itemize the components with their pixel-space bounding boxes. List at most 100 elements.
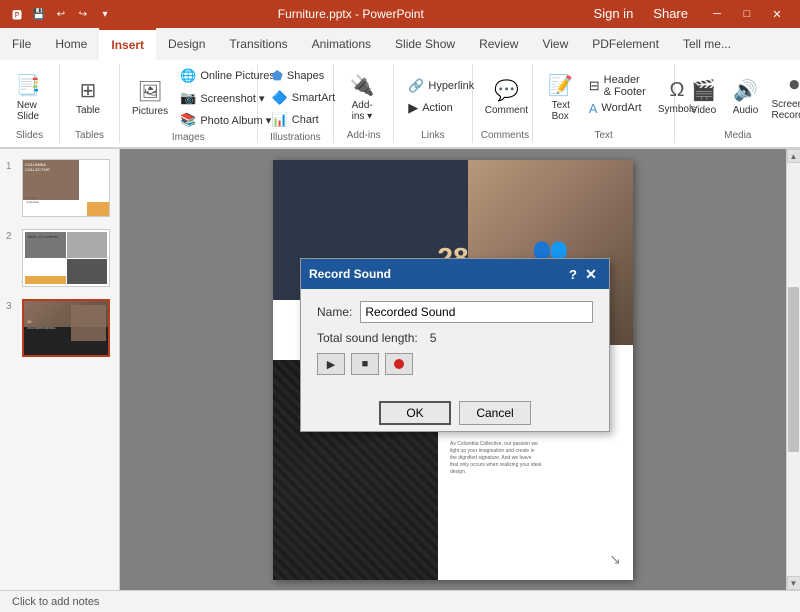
wordart-label: WordArt — [601, 102, 641, 114]
scroll-thumb[interactable] — [788, 287, 799, 452]
tab-transitions[interactable]: Transitions — [217, 28, 299, 60]
scroll-track[interactable] — [787, 163, 800, 576]
hyperlink-button[interactable]: 🔗 Hyperlink — [402, 76, 480, 96]
addins-label: Add-ins ▾ — [352, 100, 373, 122]
tab-pdfelement[interactable]: PDFelement — [580, 28, 671, 60]
slides-items: 📑 NewSlide — [8, 66, 48, 128]
audio-icon: 🔊 — [733, 78, 758, 103]
textbox-button[interactable]: 📝 TextBox — [541, 68, 581, 126]
wordart-button[interactable]: A WordArt — [583, 98, 652, 118]
scroll-down-button[interactable]: ▼ — [787, 576, 800, 590]
undo-icon[interactable]: ↩ — [52, 5, 70, 23]
ribbon-group-images: 🖼 Pictures 🌐 Online Pictures 📷 Screensho… — [120, 64, 258, 143]
sign-in-button[interactable]: Sign in — [588, 4, 640, 24]
illustrations-group-label: Illustrations — [266, 130, 326, 143]
table-label: Table — [76, 105, 100, 116]
screenshot-label: Screenshot ▾ — [200, 92, 264, 105]
cancel-button[interactable]: Cancel — [459, 401, 531, 425]
links-col: 🔗 Hyperlink ▶ Action — [402, 76, 480, 118]
media-group-label: Media — [683, 128, 792, 141]
header-footer-label: Header& Footer — [604, 74, 646, 98]
comments-items: 💬 Comment — [481, 66, 532, 128]
record-sound-dialog: Record Sound ? ✕ Name: Total sound lengt… — [300, 258, 610, 432]
slide-thumbnail-1[interactable]: 1 COLUMBIACOLLECTIVE FurnitureCollection — [4, 157, 115, 219]
dialog-name-input[interactable] — [360, 301, 593, 323]
smartart-button[interactable]: 🔷 SmartArt — [266, 88, 342, 108]
slide-number-3: 3 — [6, 301, 18, 312]
dialog-help-button[interactable]: ? — [569, 267, 577, 282]
media-items: 🎬 Video 🔊 Audio ⏺ ScreenRecording — [683, 66, 800, 128]
hyperlink-label: Hyperlink — [428, 80, 474, 92]
stop-button[interactable]: ■ — [351, 353, 379, 375]
video-label: Video — [691, 105, 716, 116]
addins-button[interactable]: 🔌 Add-ins ▾ — [342, 68, 382, 126]
audio-button[interactable]: 🔊 Audio — [725, 68, 765, 126]
new-slide-button[interactable]: 📑 NewSlide — [8, 68, 48, 126]
action-button[interactable]: ▶ Action — [402, 98, 480, 118]
slide-thumbnail-2[interactable]: 2 Table of Contents — [4, 227, 115, 289]
smartart-icon: 🔷 — [272, 90, 288, 106]
tab-home[interactable]: Home — [43, 28, 99, 60]
table-button[interactable]: ⊞ Table — [68, 68, 108, 126]
dialog-title-left: Record Sound — [309, 267, 391, 281]
comments-group-label: Comments — [481, 128, 524, 141]
customize-icon[interactable]: ▾ — [96, 5, 114, 23]
table-icon: ⊞ — [80, 78, 97, 103]
new-slide-icon: 📑 — [16, 73, 41, 98]
dialog-sound-length-row: Total sound length: 5 — [317, 331, 593, 345]
smartart-label: SmartArt — [292, 92, 335, 104]
play-button[interactable]: ▶ — [317, 353, 345, 375]
scroll-up-button[interactable]: ▲ — [787, 149, 800, 163]
tab-tellme[interactable]: Tell me... — [671, 28, 743, 60]
tab-view[interactable]: View — [530, 28, 580, 60]
comment-button[interactable]: 💬 Comment — [481, 68, 532, 126]
ribbon-content: 📑 NewSlide Slides ⊞ Table Tables 🖼 Pictu — [0, 60, 800, 148]
pictures-icon: 🖼 — [137, 79, 162, 104]
slide-thumbnail-3[interactable]: 3 28 UNCOMPROMISING — [4, 297, 115, 359]
links-group-label: Links — [402, 128, 464, 141]
tab-review[interactable]: Review — [467, 28, 530, 60]
tab-animations[interactable]: Animations — [300, 28, 383, 60]
ribbon-group-links: 🔗 Hyperlink ▶ Action Links — [394, 64, 473, 143]
screen-recording-label: ScreenRecording — [771, 99, 800, 121]
chart-label: Chart — [292, 114, 319, 126]
video-button[interactable]: 🎬 Video — [683, 68, 723, 126]
screen-recording-icon: ⏺ — [789, 74, 799, 97]
chart-button[interactable]: 📊 Chart — [266, 110, 342, 130]
text-group-label: Text — [541, 128, 667, 141]
tab-file[interactable]: File — [0, 28, 43, 60]
screen-recording-button[interactable]: ⏺ ScreenRecording — [767, 68, 800, 126]
shapes-icon: ⬟ — [272, 68, 283, 84]
record-dot-icon — [394, 359, 404, 369]
action-icon: ▶ — [408, 100, 418, 116]
dialog-close-button[interactable]: ✕ — [581, 264, 601, 284]
title-bar: 🅿 💾 ↩ ↪ ▾ Furniture.pptx - PowerPoint Si… — [0, 0, 800, 28]
header-footer-button[interactable]: ⊟ Header& Footer — [583, 76, 652, 96]
record-button[interactable] — [385, 353, 413, 375]
dialog-controls: ▶ ■ — [317, 353, 593, 375]
shapes-button[interactable]: ⬟ Shapes — [266, 66, 342, 86]
slide-image-2: Table of Contents — [22, 229, 110, 287]
pictures-button[interactable]: 🖼 Pictures — [128, 69, 172, 127]
dialog-name-label: Name: — [317, 305, 352, 319]
chart-icon: 📊 — [272, 112, 288, 128]
window-controls: ─ □ ✕ — [702, 4, 792, 24]
text-col: ⊟ Header& Footer A WordArt — [583, 76, 652, 118]
maximize-button[interactable]: □ — [732, 4, 762, 24]
tab-design[interactable]: Design — [156, 28, 217, 60]
save-icon[interactable]: 💾 — [30, 5, 48, 23]
powerpoint-logo-icon: 🅿 — [8, 5, 26, 23]
online-pictures-icon: 🌐 — [180, 68, 196, 84]
screenshot-icon: 📷 — [180, 90, 196, 106]
addins-icon: 🔌 — [350, 73, 375, 98]
pictures-label: Pictures — [132, 106, 168, 117]
tab-slideshow[interactable]: Slide Show — [383, 28, 467, 60]
redo-icon[interactable]: ↪ — [74, 5, 92, 23]
vertical-scrollbar[interactable]: ▲ ▼ — [786, 149, 800, 590]
minimize-button[interactable]: ─ — [702, 4, 732, 24]
close-button[interactable]: ✕ — [762, 4, 792, 24]
ok-button[interactable]: OK — [379, 401, 451, 425]
tab-insert[interactable]: Insert — [99, 28, 156, 60]
share-button[interactable]: Share — [647, 4, 694, 24]
title-bar-left: 🅿 💾 ↩ ↪ ▾ — [8, 5, 114, 23]
